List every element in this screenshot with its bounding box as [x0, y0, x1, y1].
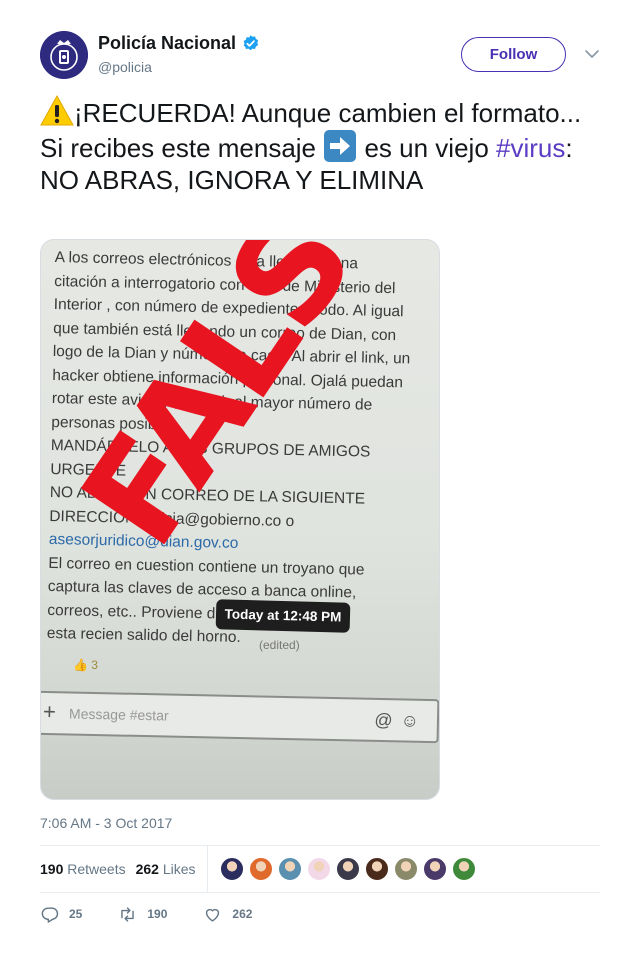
warning-emoji-icon [40, 94, 74, 126]
chevron-down-icon[interactable] [583, 45, 601, 63]
tweet-text-part2: es un viejo [357, 133, 496, 163]
photo-edited-label: (edited) [259, 638, 300, 652]
liker-avatar[interactable] [335, 857, 360, 881]
tweet-actions: 25 190 262 [40, 902, 288, 926]
liker-avatars [219, 857, 481, 881]
at-smiley-icon: @☺ [374, 709, 428, 731]
retweet-button[interactable]: 190 [118, 905, 167, 924]
retweets-label: Retweets [67, 861, 126, 877]
account-handle[interactable]: @policia [98, 59, 152, 75]
photo-background: A los correos electrónicos esta llegando… [41, 240, 439, 799]
photo-reaction-count: 3 [91, 658, 98, 672]
photo-composer: + Message #estar @☺ [41, 690, 439, 744]
tweet-timestamp[interactable]: 7:06 AM - 3 Oct 2017 [40, 815, 172, 831]
reply-count: 25 [69, 907, 83, 921]
reply-icon [41, 906, 59, 923]
tweet-header: Policía Nacional @policia Follow [40, 31, 600, 81]
liker-avatar[interactable] [277, 857, 302, 881]
retweets-count: 190 [40, 861, 64, 877]
likes-count: 262 [135, 861, 159, 877]
retweet-icon [121, 906, 135, 922]
photo-composer-placeholder: Message #estar [68, 705, 169, 724]
reply-button[interactable]: 25 [40, 905, 82, 924]
avatar[interactable] [40, 31, 88, 79]
display-name[interactable]: Policía Nacional [98, 33, 236, 54]
heart-icon [206, 908, 220, 922]
follow-button[interactable]: Follow [461, 37, 566, 72]
tweet-stats: 190 Retweets 262 Likes [40, 846, 600, 892]
verified-badge-icon [243, 35, 259, 51]
tweet-text: ¡RECUERDA! Aunque cambien el formato... … [40, 94, 600, 196]
police-badge-icon [40, 31, 88, 79]
stats-separator [206, 846, 208, 892]
photo-tooltip: Today at 12:48 PM [215, 599, 351, 633]
photo-reaction: 👍 3 [73, 658, 98, 672]
liker-avatar[interactable] [364, 857, 389, 881]
like-button[interactable]: 262 [203, 905, 252, 924]
retweets-stat[interactable]: 190 Retweets [40, 861, 126, 877]
plus-icon: + [42, 698, 57, 725]
divider [40, 892, 600, 893]
hashtag-link[interactable]: #virus [496, 133, 565, 163]
like-count: 262 [232, 907, 253, 921]
liker-avatar[interactable] [306, 857, 331, 881]
likes-stat[interactable]: 262 Likes [136, 861, 196, 877]
retweet-count: 190 [147, 907, 168, 921]
liker-avatar[interactable] [219, 857, 244, 881]
tweet-image[interactable]: A los correos electrónicos esta llegando… [40, 239, 440, 800]
liker-avatar[interactable] [248, 857, 273, 881]
liker-avatar[interactable] [451, 857, 476, 881]
right-arrow-emoji-icon [324, 130, 357, 162]
liker-avatar[interactable] [422, 857, 447, 881]
liker-avatar[interactable] [393, 857, 418, 881]
likes-label: Likes [162, 861, 196, 877]
thumbs-up-icon: 👍 [73, 658, 88, 672]
